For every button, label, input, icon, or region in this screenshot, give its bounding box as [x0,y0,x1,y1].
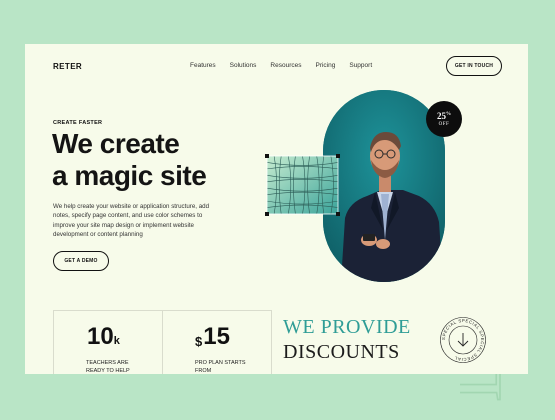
nav-link-solutions[interactable]: Solutions [230,62,257,69]
stat-suffix: k [113,335,120,347]
stat-number: 15 [203,323,230,350]
nav-link-support[interactable]: Support [349,62,372,69]
stat-teachers: 10k TEACHERS ARE READY TO HELP [54,311,162,375]
stats-panel: 10k TEACHERS ARE READY TO HELP $15 PRO P… [53,310,272,374]
discounts-line2: DISCOUNTS [283,341,400,363]
nav-link-features[interactable]: Features [190,62,216,69]
discount-badge: 25% OFF [426,101,462,137]
stat-label: PRO PLAN STARTS FROM [195,360,246,374]
stat-pro-plan: $15 PRO PLAN STARTS FROM [162,311,271,374]
hero-headline: We create a magic site [52,128,292,192]
hero-headline-line2: a magic site [52,160,207,191]
stat-label: TEACHERS ARE READY TO HELP [86,360,130,374]
logo[interactable]: RETER [53,62,82,71]
badge-unit: % [446,111,451,117]
get-a-demo-button[interactable]: GET A DEMO [53,251,109,271]
badge-label: OFF [438,121,450,127]
hero-description: We help create your website or applicati… [53,203,210,238]
badge-value: 25 [437,110,446,121]
get-in-touch-button[interactable]: GET IN TOUCH [446,56,502,76]
nav-link-pricing[interactable]: Pricing [315,62,335,69]
hero-eyebrow: CREATE FASTER [53,120,103,126]
wireframe-grid-graphic [265,154,340,216]
hero-headline-line1: We create [52,128,180,159]
special-seal-arrow-icon[interactable]: SPECIAL SPECIAL SPECIAL SPECIAL [439,316,487,364]
stat-number: 10 [87,323,114,350]
landing-page-card: RETER Features Solutions Resources Prici… [25,44,528,374]
stat-prefix: $ [195,334,203,349]
discounts-heading: WE PROVIDE DISCOUNTS [283,315,411,365]
discounts-line1: WE PROVIDE [283,316,411,338]
nav-link-resources[interactable]: Resources [270,62,301,69]
main-nav: Features Solutions Resources Pricing Sup… [190,62,372,69]
